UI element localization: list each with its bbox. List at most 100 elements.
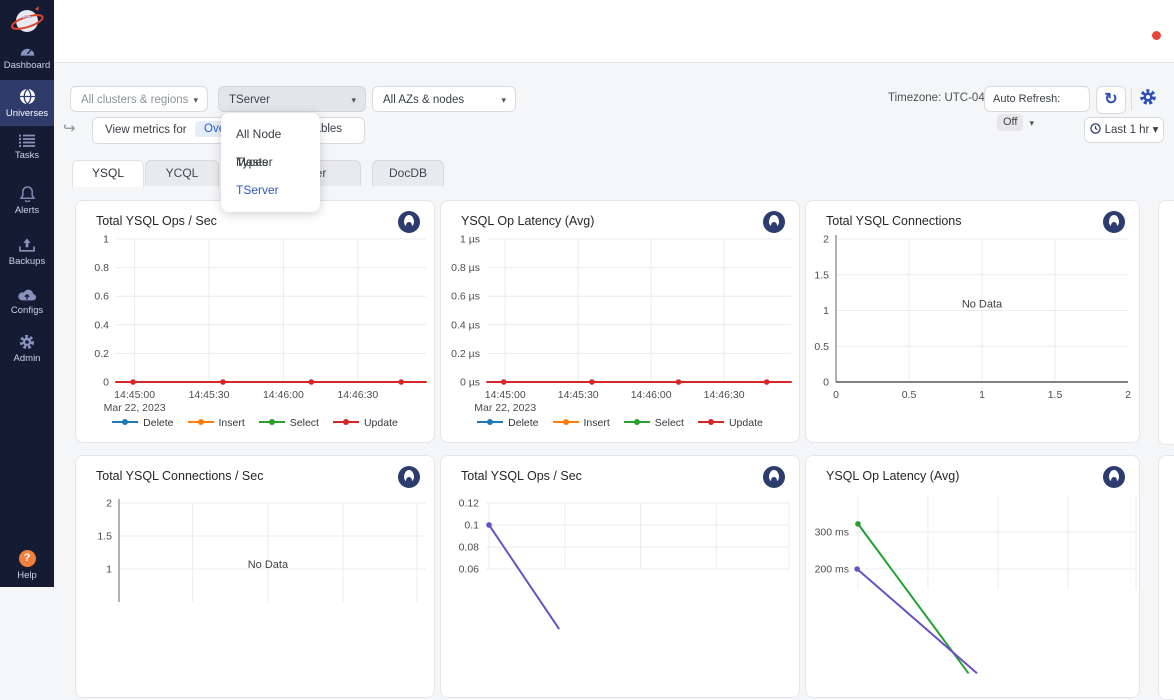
refresh-icon: ↻ <box>1104 91 1117 108</box>
view-metrics-label: View metrics for <box>105 124 187 136</box>
time-range-value: Last 1 hr ▾ <box>1105 124 1159 136</box>
gear-icon <box>1139 88 1157 106</box>
auto-refresh-value: Off <box>997 114 1023 131</box>
node-type-select[interactable]: TServer ▾ <box>218 86 366 112</box>
sidebar-item-label: Dashboard <box>0 60 54 71</box>
svg-text:1: 1 <box>103 234 109 246</box>
chevron-down-icon: ▾ <box>351 87 356 113</box>
svg-text:14:46:30: 14:46:30 <box>337 389 378 401</box>
sidebar-item-label: Backups <box>0 256 54 267</box>
sidebar-item-label: Admin <box>0 353 54 364</box>
chart-plot: 10.80.60.40.2014:45:0014:45:3014:46:0014… <box>76 201 436 444</box>
metric-card: Total YSQL Connections / Sec 21.51No Dat… <box>75 455 435 698</box>
help-question-icon: ? <box>19 550 36 567</box>
planet-rocket-icon <box>10 4 44 38</box>
menu-item-all-node-types[interactable]: All Node Types <box>221 120 320 148</box>
sidebar-item-label: Universes <box>0 108 54 119</box>
svg-text:1.5: 1.5 <box>1048 389 1063 401</box>
svg-text:0.6: 0.6 <box>94 291 109 303</box>
metric-card: Total YSQL Ops / Sec DeleteInsertSelectU… <box>75 200 435 443</box>
sidebar-item-label: Configs <box>0 305 54 316</box>
menu-item-master[interactable]: Master <box>221 148 320 176</box>
menu-item-tserver[interactable]: TServer <box>221 176 320 204</box>
chart-plot: 300 ms200 ms <box>806 456 1141 699</box>
svg-text:0.5: 0.5 <box>814 341 829 353</box>
sidebar: Dashboard Universes Tasks Alerts Backups <box>0 0 54 587</box>
metric-card: Total YSQL Ops / Sec 0.120.10.080.06 <box>440 455 800 698</box>
dashboard-gauge-icon <box>19 44 36 57</box>
node-type-select-value: TServer <box>229 94 270 106</box>
svg-text:1.5: 1.5 <box>97 530 112 542</box>
clusters-regions-select[interactable]: All clusters & regions ▾ <box>70 86 208 112</box>
svg-text:1 µs: 1 µs <box>460 234 480 246</box>
universes-globe-icon <box>19 88 36 105</box>
chart-plot: 21.510.5000.511.52No Data <box>806 201 1141 444</box>
sidebar-item-dashboard[interactable]: Dashboard <box>0 44 54 71</box>
svg-text:0.8 µs: 0.8 µs <box>451 262 480 274</box>
svg-text:0.4: 0.4 <box>94 319 109 331</box>
sidebar-item-backups[interactable]: Backups <box>0 238 54 267</box>
svg-text:0: 0 <box>823 377 829 389</box>
svg-text:14:45:00: 14:45:00 <box>485 389 526 401</box>
chart-plot: 1 µs0.8 µs0.6 µs0.4 µs0.2 µs0 µs14:45:00… <box>441 201 801 444</box>
svg-text:0.12: 0.12 <box>459 498 480 510</box>
svg-text:14:46:30: 14:46:30 <box>704 389 745 401</box>
notification-dot <box>1152 31 1161 40</box>
svg-text:0.2 µs: 0.2 µs <box>451 348 480 360</box>
svg-text:1: 1 <box>823 305 829 317</box>
yba-metrics-page: { "colors": { "accent_orange": "#ee5222"… <box>0 0 1174 587</box>
svg-text:14:45:00: 14:45:00 <box>114 389 155 401</box>
svg-text:0.2: 0.2 <box>94 348 109 360</box>
svg-text:0 µs: 0 µs <box>460 377 480 389</box>
sidebar-item-help[interactable]: ? Help <box>0 550 54 581</box>
svg-text:Mar 22, 2023: Mar 22, 2023 <box>104 402 166 414</box>
svg-text:Mar 22, 2023: Mar 22, 2023 <box>474 402 536 414</box>
svg-text:14:46:00: 14:46:00 <box>263 389 304 401</box>
alerts-bell-icon <box>20 186 35 202</box>
backups-upload-icon <box>19 238 35 253</box>
sidebar-item-alerts[interactable]: Alerts <box>0 186 54 216</box>
tasks-list-icon <box>19 134 35 147</box>
metric-card: Total YSQL Connections 21.510.5000.511.5… <box>805 200 1140 443</box>
settings-button[interactable] <box>1139 88 1157 111</box>
azs-nodes-select[interactable]: All AZs & nodes ▾ <box>372 86 516 112</box>
svg-text:2: 2 <box>106 498 112 510</box>
app-logo[interactable] <box>0 0 54 40</box>
svg-text:14:45:30: 14:45:30 <box>558 389 599 401</box>
clock-icon <box>1090 123 1101 134</box>
svg-text:1: 1 <box>106 564 112 576</box>
sidebar-item-tasks[interactable]: Tasks <box>0 134 54 161</box>
svg-text:0.8: 0.8 <box>94 262 109 274</box>
metric-tab-ycql[interactable]: YCQL <box>145 160 219 186</box>
svg-text:0.5: 0.5 <box>902 389 917 401</box>
svg-text:No Data: No Data <box>962 299 1003 311</box>
chart-plot: 21.51No Data <box>76 456 436 699</box>
sidebar-item-configs[interactable]: Configs <box>0 288 54 316</box>
header <box>54 0 1174 63</box>
admin-gear-icon <box>19 334 35 350</box>
svg-text:14:46:00: 14:46:00 <box>631 389 672 401</box>
clusters-select-value: All clusters & regions <box>81 94 188 106</box>
refresh-button[interactable]: ↻ <box>1096 86 1126 114</box>
timezone-label: Timezone: UTC-0400 <box>888 92 998 104</box>
time-range-button[interactable]: Last 1 hr ▾ <box>1084 117 1164 143</box>
sidebar-item-label: Alerts <box>0 205 54 216</box>
svg-text:1: 1 <box>979 389 985 401</box>
scope-arrow-icon: ↪ <box>63 119 76 137</box>
sidebar-item-label: Help <box>0 570 54 581</box>
svg-text:2: 2 <box>1125 389 1131 401</box>
azs-select-value: All AZs & nodes <box>383 94 464 106</box>
sidebar-item-universes[interactable]: Universes <box>0 80 54 126</box>
auto-refresh-label: Auto Refresh: <box>993 93 1060 105</box>
metric-card: YSQL Op Latency (Avg) 300 ms200 ms <box>805 455 1140 698</box>
sidebar-item-label: Tasks <box>0 150 54 161</box>
svg-text:0.06: 0.06 <box>459 564 480 576</box>
chevron-down-icon: ▾ <box>501 87 506 113</box>
auto-refresh-control[interactable]: Auto Refresh:Off▾ <box>984 86 1090 112</box>
sidebar-item-admin[interactable]: Admin <box>0 334 54 364</box>
node-type-menu: All Node Types Master TServer <box>221 113 320 212</box>
svg-text:0.08: 0.08 <box>459 542 480 554</box>
metric-tab-docdb[interactable]: DocDB <box>372 160 444 186</box>
metric-tab-ysql[interactable]: YSQL <box>72 160 144 187</box>
svg-text:300 ms: 300 ms <box>815 526 849 538</box>
